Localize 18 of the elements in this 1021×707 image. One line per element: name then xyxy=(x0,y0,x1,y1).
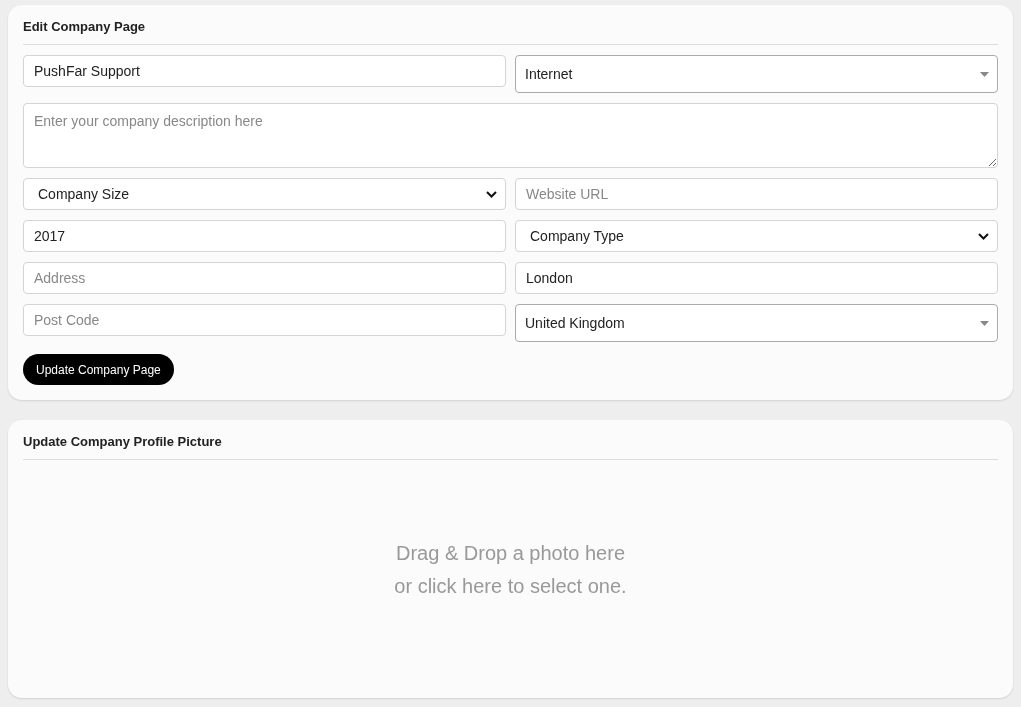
input-field[interactable]: Address xyxy=(23,262,506,294)
text-field[interactable]: 2017 xyxy=(23,220,506,252)
input-field[interactable]: Post Code xyxy=(23,304,506,336)
description-field[interactable]: Enter your company description here xyxy=(23,103,998,168)
caret-icon xyxy=(980,320,989,326)
text-field[interactable]: PushFar Support xyxy=(23,55,506,87)
chevron-icon xyxy=(978,232,989,240)
caret-icon xyxy=(980,71,989,77)
dropdown-field[interactable]: Internet xyxy=(515,55,998,93)
text-field[interactable]: London xyxy=(515,262,998,294)
update-button[interactable]: Update Company Page xyxy=(23,354,174,385)
chevron-icon xyxy=(486,190,497,198)
card-title: Update Company Profile Picture xyxy=(23,434,223,449)
select-field[interactable]: Company Type xyxy=(515,220,998,252)
select-field[interactable]: Company Size xyxy=(23,178,506,210)
input-field[interactable]: Website URL xyxy=(515,178,998,210)
card-title: Edit Company Page xyxy=(23,19,147,34)
dropdown-field[interactable]: United Kingdom xyxy=(515,304,998,342)
